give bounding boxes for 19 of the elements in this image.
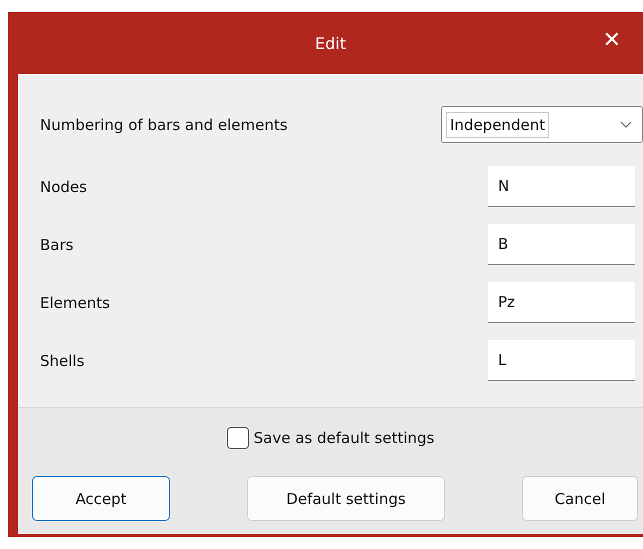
- close-button[interactable]: ✕: [598, 28, 625, 53]
- input-field[interactable]: N: [488, 166, 635, 207]
- checkbox[interactable]: [226, 427, 249, 449]
- dialog-button[interactable]: Default settings: [247, 476, 445, 521]
- input-field[interactable]: B: [488, 224, 635, 265]
- field-label: Nodes: [40, 178, 87, 196]
- dropdown-value: Independent: [446, 112, 550, 138]
- field-label: Shells: [40, 352, 84, 370]
- field-label: Numbering of bars and elements: [40, 116, 288, 134]
- input-field[interactable]: L: [488, 340, 635, 381]
- numbering-dropdown[interactable]: Independent: [441, 106, 643, 143]
- chevron-down-icon: [620, 120, 632, 128]
- field-label: Bars: [40, 236, 74, 254]
- field-label: Elements: [40, 294, 110, 312]
- dialog-button[interactable]: Accept: [32, 476, 170, 521]
- input-field[interactable]: Pz: [488, 282, 635, 323]
- window-title: Edit: [315, 34, 346, 52]
- checkbox-label: Save as default settings: [254, 429, 434, 447]
- dialog-button[interactable]: Cancel: [522, 476, 638, 521]
